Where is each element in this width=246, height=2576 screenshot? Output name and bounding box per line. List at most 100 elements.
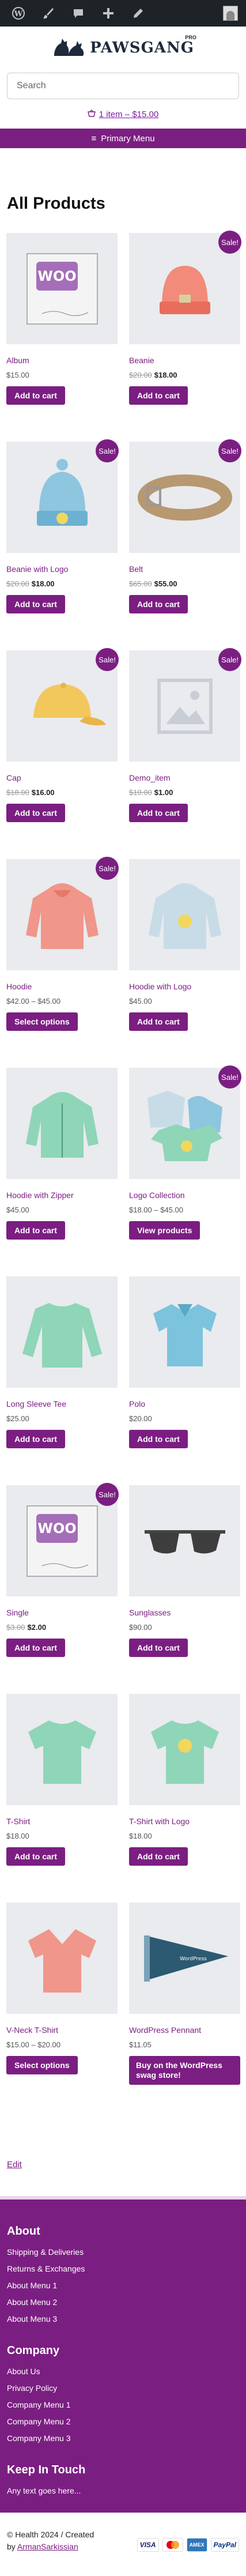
author-link[interactable]: ArmanSarkissian xyxy=(17,2542,78,2551)
product-image[interactable] xyxy=(6,1276,118,1388)
product-card-hoodie-with-logo: Hoodie with Logo $45.00 Add to cart xyxy=(129,859,240,1068)
cart-link[interactable]: 1 item – $15.00 xyxy=(7,110,239,119)
product-image[interactable] xyxy=(6,1068,118,1179)
footer-link-company-menu-2[interactable]: Company Menu 2 xyxy=(7,2417,239,2426)
primary-menu-label: Primary Menu xyxy=(101,133,155,144)
product-image[interactable]: WordPress xyxy=(129,1903,240,2014)
product-title[interactable]: Album xyxy=(6,356,118,365)
product-title[interactable]: Logo Collection xyxy=(129,1191,240,1200)
sale-badge: Sale! xyxy=(96,648,119,671)
add-to-cart-button[interactable]: Add to cart xyxy=(6,595,65,613)
product-title[interactable]: Polo xyxy=(129,1399,240,1408)
product-card-hoodie: Sale! Hoodie $42.00 – $45.00 Select options xyxy=(6,857,119,1068)
plus-icon[interactable] xyxy=(93,0,123,27)
hamburger-icon: ≡ xyxy=(91,133,97,144)
footer-link-company-menu-1[interactable]: Company Menu 1 xyxy=(7,2400,239,2409)
add-to-cart-button[interactable]: Add to cart xyxy=(129,804,188,822)
avatar[interactable] xyxy=(223,6,238,21)
add-to-cart-button[interactable]: Add to cart xyxy=(129,595,188,613)
primary-menu-toggle[interactable]: ≡ Primary Menu xyxy=(0,129,246,148)
search-input[interactable] xyxy=(17,81,229,91)
view-products-button[interactable]: View products xyxy=(129,1221,200,1240)
add-to-cart-button[interactable]: Add to cart xyxy=(6,804,65,822)
site-logo[interactable]: PAWSGANG PRO xyxy=(7,35,239,61)
svg-text:W: W xyxy=(14,10,23,18)
cart-total: 1 item – $15.00 xyxy=(99,110,159,119)
footer-link-company-menu-3[interactable]: Company Menu 3 xyxy=(7,2434,239,2443)
regular-price: $3.00 xyxy=(6,1623,25,1632)
product-price: $11.05 xyxy=(129,2040,152,2049)
product-title[interactable]: T-Shirt with Logo xyxy=(129,1817,240,1826)
pencil-icon[interactable] xyxy=(123,0,153,27)
footer-link-returns-exchanges[interactable]: Returns & Exchanges xyxy=(7,2264,239,2273)
footer-link-about-us[interactable]: About Us xyxy=(7,2367,239,2376)
select-options-button[interactable]: Select options xyxy=(6,1012,78,1031)
product-title[interactable]: Sunglasses xyxy=(129,1608,240,1617)
footer-bottom: © Health 2024 / Created by ArmanSarkissi… xyxy=(0,2513,246,2576)
product-title[interactable]: T-Shirt xyxy=(6,1817,118,1826)
product-image[interactable]: WOO xyxy=(6,233,118,344)
product-price: $20.00 xyxy=(129,1414,152,1423)
add-to-cart-button[interactable]: Add to cart xyxy=(129,386,188,405)
product-title[interactable]: Belt xyxy=(129,564,240,574)
sale-badge: Sale! xyxy=(218,1065,241,1089)
add-to-cart-button[interactable]: Add to cart xyxy=(129,1012,188,1031)
regular-price: $20.00 xyxy=(6,579,29,588)
footer-link-about-menu-2[interactable]: About Menu 2 xyxy=(7,2298,239,2307)
product-title[interactable]: Hoodie xyxy=(6,982,118,991)
product-title[interactable]: Cap xyxy=(6,773,118,782)
footer-link-privacy-policy[interactable]: Privacy Policy xyxy=(7,2383,239,2393)
product-image[interactable] xyxy=(129,1485,240,1596)
product-title[interactable]: Hoodie with Zipper xyxy=(6,1191,118,1200)
product-price: $18.00 $16.00 xyxy=(6,788,118,797)
product-price: $25.00 xyxy=(6,1414,29,1423)
footer-link-about-menu-3[interactable]: About Menu 3 xyxy=(7,2314,239,2323)
add-to-cart-button[interactable]: Add to cart xyxy=(129,1639,188,1657)
add-to-cart-button[interactable]: Add to cart xyxy=(129,1847,188,1866)
add-to-cart-button[interactable]: Add to cart xyxy=(6,1221,65,1240)
add-to-cart-button[interactable]: Add to cart xyxy=(6,386,65,405)
footer-link-about-menu-1[interactable]: About Menu 1 xyxy=(7,2281,239,2290)
sale-badge: Sale! xyxy=(96,1483,119,1506)
product-image[interactable] xyxy=(129,859,240,970)
admin-bar: W xyxy=(0,0,246,27)
footer-about-title: About xyxy=(7,2225,40,2238)
product-price: $65.00 $55.00 xyxy=(129,579,240,588)
select-options-button[interactable]: Select options xyxy=(6,2056,78,2074)
paintbrush-icon[interactable] xyxy=(33,0,63,27)
product-image[interactable] xyxy=(129,1694,240,1805)
product-card-beanie: Sale! Beanie $20.00 $18.00 Add to cart xyxy=(129,231,241,442)
buy-on-the-wordpress-swag-store-button[interactable]: Buy on the WordPress swag store! xyxy=(129,2056,240,2085)
product-title[interactable]: Beanie xyxy=(129,356,240,365)
product-title[interactable]: Beanie with Logo xyxy=(6,564,118,574)
svg-text:WOO: WOO xyxy=(37,1520,76,1536)
product-price: $90.00 xyxy=(129,1623,152,1632)
footer-link-shipping-deliveries[interactable]: Shipping & Deliveries xyxy=(7,2247,239,2257)
product-title[interactable]: Single xyxy=(6,1608,118,1617)
product-image[interactable] xyxy=(6,1694,118,1805)
add-to-cart-button[interactable]: Add to cart xyxy=(6,1430,65,1448)
edit-link[interactable]: Edit xyxy=(7,2160,22,2170)
product-title[interactable]: Demo_item xyxy=(129,773,240,782)
product-card-belt: Sale! Belt $65.00 $55.00 Add to cart xyxy=(129,439,241,650)
add-to-cart-button[interactable]: Add to cart xyxy=(6,1847,65,1866)
add-to-cart-button[interactable]: Add to cart xyxy=(129,1430,188,1448)
product-title[interactable]: Hoodie with Logo xyxy=(129,982,240,991)
product-image[interactable] xyxy=(6,1903,118,2014)
site-header: PAWSGANGPRO 1 item – $15.00 xyxy=(0,27,246,124)
product-image[interactable] xyxy=(129,1276,240,1388)
page-title: All Products xyxy=(7,194,105,213)
add-to-cart-button[interactable]: Add to cart xyxy=(6,1639,65,1657)
product-title[interactable]: Long Sleeve Tee xyxy=(6,1399,118,1408)
sale-price: $55.00 xyxy=(154,579,177,588)
product-card-sunglasses: Sunglasses $90.00 Add to cart xyxy=(129,1485,240,1694)
comments-icon[interactable] xyxy=(63,0,93,27)
product-card-t-shirt-with-logo: T-Shirt with Logo $18.00 Add to cart xyxy=(129,1694,240,1903)
sale-price: $1.00 xyxy=(154,788,173,797)
product-price: $15.00 – $20.00 xyxy=(6,2040,60,2049)
product-card-v-neck-t-shirt: V-Neck T-Shirt $15.00 – $20.00 Select opti… xyxy=(6,1903,118,2111)
product-title[interactable]: V-Neck T-Shirt xyxy=(6,2025,118,2035)
site-footer: About Shipping & Deliveries Returns & Exc… xyxy=(0,2196,246,2513)
wordpress-icon[interactable]: W xyxy=(3,0,33,27)
product-title[interactable]: WordPress Pennant xyxy=(129,2025,240,2035)
